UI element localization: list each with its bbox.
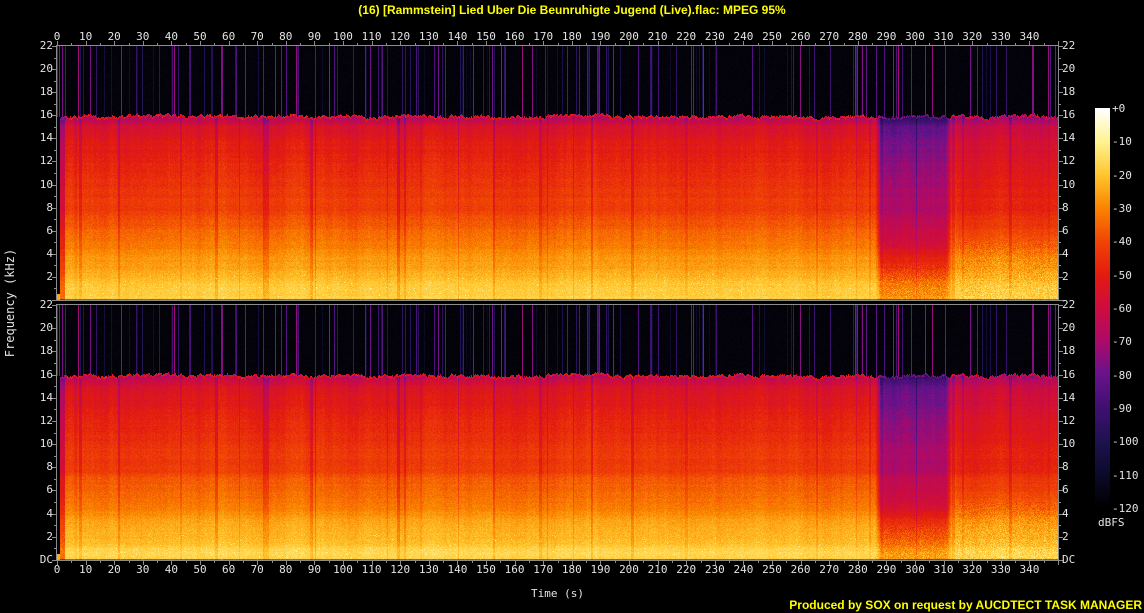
time-tick-label-top: 340 [1019,30,1040,43]
freq-tick-label-left: 20 [39,321,53,335]
freq-tick-label-left: 14 [39,131,53,145]
freq-tick-label-left: 12 [39,154,53,168]
freq-tick-label-right: 10 [1062,437,1076,451]
freq-tick-label-right: 20 [1062,62,1076,76]
freq-tick-label-left: 18 [39,344,53,358]
legend-tick-label: -40 [1112,235,1132,249]
freq-tick-label-right: 20 [1062,321,1076,335]
freq-tick-label-right: 18 [1062,344,1076,358]
time-tick-label-bottom: 340 [1019,563,1040,576]
sox-spectrogram-window: (16) [Rammstein] Lied Uber Die Beunruhig… [0,0,1144,613]
credit-line: Produced by SOX on request by AUCDTECT T… [789,598,1142,612]
freq-tick-label-left: 12 [39,413,53,427]
freq-tick-label-right: 8 [1062,200,1069,214]
legend-tick-label: -10 [1112,135,1132,149]
freq-tick-label-left: 18 [39,85,53,99]
freq-tick-label-right: 8 [1062,460,1069,474]
freq-tick-label-left: 16 [39,367,53,381]
legend-tick-label: -90 [1112,402,1132,415]
freq-tick-label-right: 16 [1062,108,1076,122]
freq-tick-label-right: 6 [1062,483,1069,497]
freq-tick-label-left: 6 [46,223,53,237]
frequency-axis-title: Frequency (kHz) [3,248,17,358]
freq-tick-label-left: 6 [46,483,53,497]
freq-tick-label-right: 22 [1062,298,1076,311]
freq-tick-label-right: 2 [1062,269,1069,283]
freq-tick-label-left: 8 [46,200,53,214]
freq-tick-label-right: 10 [1062,177,1076,191]
freq-tick-label-right: DC [1062,553,1076,566]
freq-tick-label-right: 6 [1062,223,1069,237]
legend-tick-label: -120 [1112,502,1139,515]
freq-tick-label-left: 20 [39,62,53,76]
freq-tick-label-left: 10 [39,177,53,191]
freq-tick-label-left: 4 [46,506,53,520]
freq-tick-label-left: 4 [46,246,53,260]
freq-tick-label-right: 4 [1062,506,1069,520]
freq-tick-label-right: 2 [1062,529,1069,543]
dbfs-unit-label: dBFS [1098,516,1125,529]
legend-tick-label: -70 [1112,335,1132,349]
freq-tick-label-left: DC [39,553,53,566]
axes-ticks-overlay [0,0,1144,613]
dbfs-colorbar [1095,108,1110,508]
freq-tick-label-right: 12 [1062,413,1076,427]
freq-tick-label-right: 16 [1062,367,1076,381]
freq-tick-label-left: 2 [46,269,53,283]
legend-tick-label: +0 [1112,102,1126,115]
freq-tick-label-left: 2 [46,529,53,543]
legend-tick-label: -50 [1112,268,1132,282]
legend-tick-label: -30 [1112,202,1132,215]
freq-tick-label-right: 14 [1062,131,1076,145]
freq-tick-label-right: 4 [1062,246,1069,260]
freq-tick-label-left: 22 [39,39,53,52]
freq-tick-label-left: 10 [39,437,53,451]
freq-tick-label-right: 14 [1062,390,1076,404]
freq-tick-label-right: 18 [1062,85,1076,99]
legend-tick-label: -60 [1112,302,1132,315]
freq-tick-label-left: 14 [39,390,53,404]
freq-tick-label-left: 22 [39,298,53,311]
legend-tick-label: -80 [1112,368,1132,382]
legend-tick-label: -100 [1112,435,1139,449]
legend-tick-label: -20 [1112,168,1132,182]
legend-tick-label: -110 [1112,468,1139,482]
freq-tick-label-right: 12 [1062,154,1076,168]
freq-tick-label-right: 22 [1062,39,1076,52]
freq-tick-label-left: 16 [39,108,53,122]
freq-tick-label-left: 8 [46,460,53,474]
